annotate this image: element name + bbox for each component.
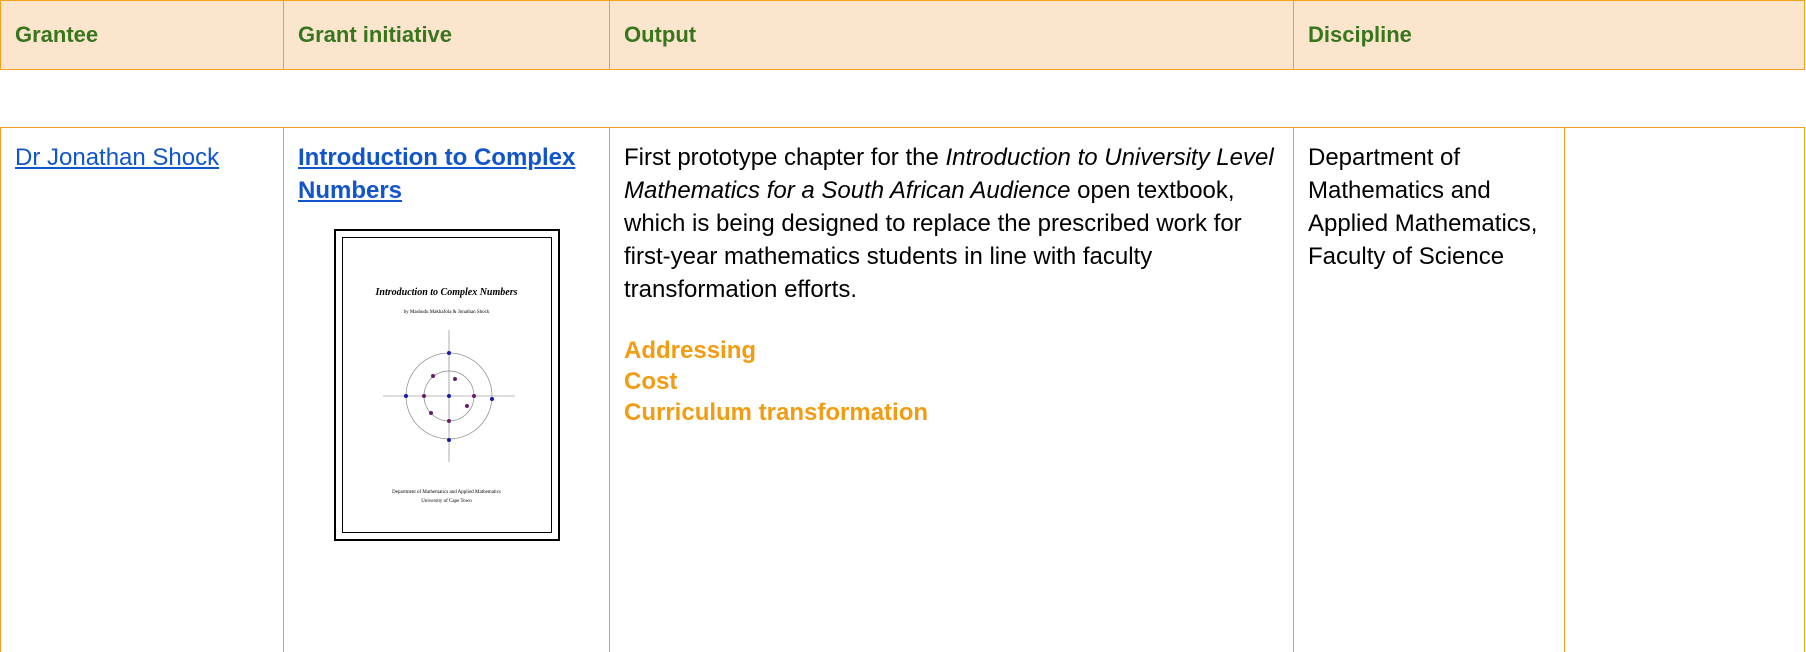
table-row: Dr Jonathan Shock Introduction to Comple… [1,128,1805,652]
header-grantee: Grantee [1,1,284,70]
header-discipline: Discipline [1294,1,1805,70]
header-table: Grantee Grant initiative Output Discipli… [0,0,1805,70]
tag-cost[interactable]: Cost [624,366,1279,397]
initiative-link[interactable]: Introduction to Complex Numbers [298,144,575,204]
cover-title: Introduction to Complex Numbers [343,286,551,300]
cover-authors: by Mashudu Makhafola & Jonathan Shock [343,310,551,317]
header-initiative: Grant initiative [284,1,610,70]
grant-table: Dr Jonathan Shock Introduction to Comple… [0,127,1805,652]
discipline-cell: Department of Mathematics and Applied Ma… [1294,128,1565,652]
cover-frame: Introduction to Complex Numbers by Mashu… [342,237,552,533]
grantee-cell: Dr Jonathan Shock [1,128,284,652]
cover-department: Department of Mathematics and Applied Ma… [343,488,551,506]
cover-university-line: University of Cape Town [343,497,551,506]
initiative-cell: Introduction to Complex Numbers Introduc… [284,128,610,652]
book-cover-image[interactable]: Introduction to Complex Numbers by Mashu… [334,229,560,541]
grantee-link[interactable]: Dr Jonathan Shock [15,144,219,171]
output-text-start: First prototype chapter for the [624,144,945,171]
complex-plane-figure [381,328,517,464]
cover-wrap: Introduction to Complex Numbers by Mashu… [298,229,595,541]
header-row: Grantee Grant initiative Output Discipli… [1,1,1805,70]
tag-addressing[interactable]: Addressing [624,335,1279,366]
tag-curriculum-transformation[interactable]: Curriculum transformation [624,397,1279,428]
cover-dept-line: Department of Mathematics and Applied Ma… [343,488,551,497]
output-description: First prototype chapter for the Introduc… [624,141,1279,307]
header-output: Output [610,1,1294,70]
output-cell: First prototype chapter for the Introduc… [610,128,1294,652]
tag-list: Addressing Cost Curriculum transformatio… [624,335,1279,429]
empty-cell [1565,128,1805,652]
